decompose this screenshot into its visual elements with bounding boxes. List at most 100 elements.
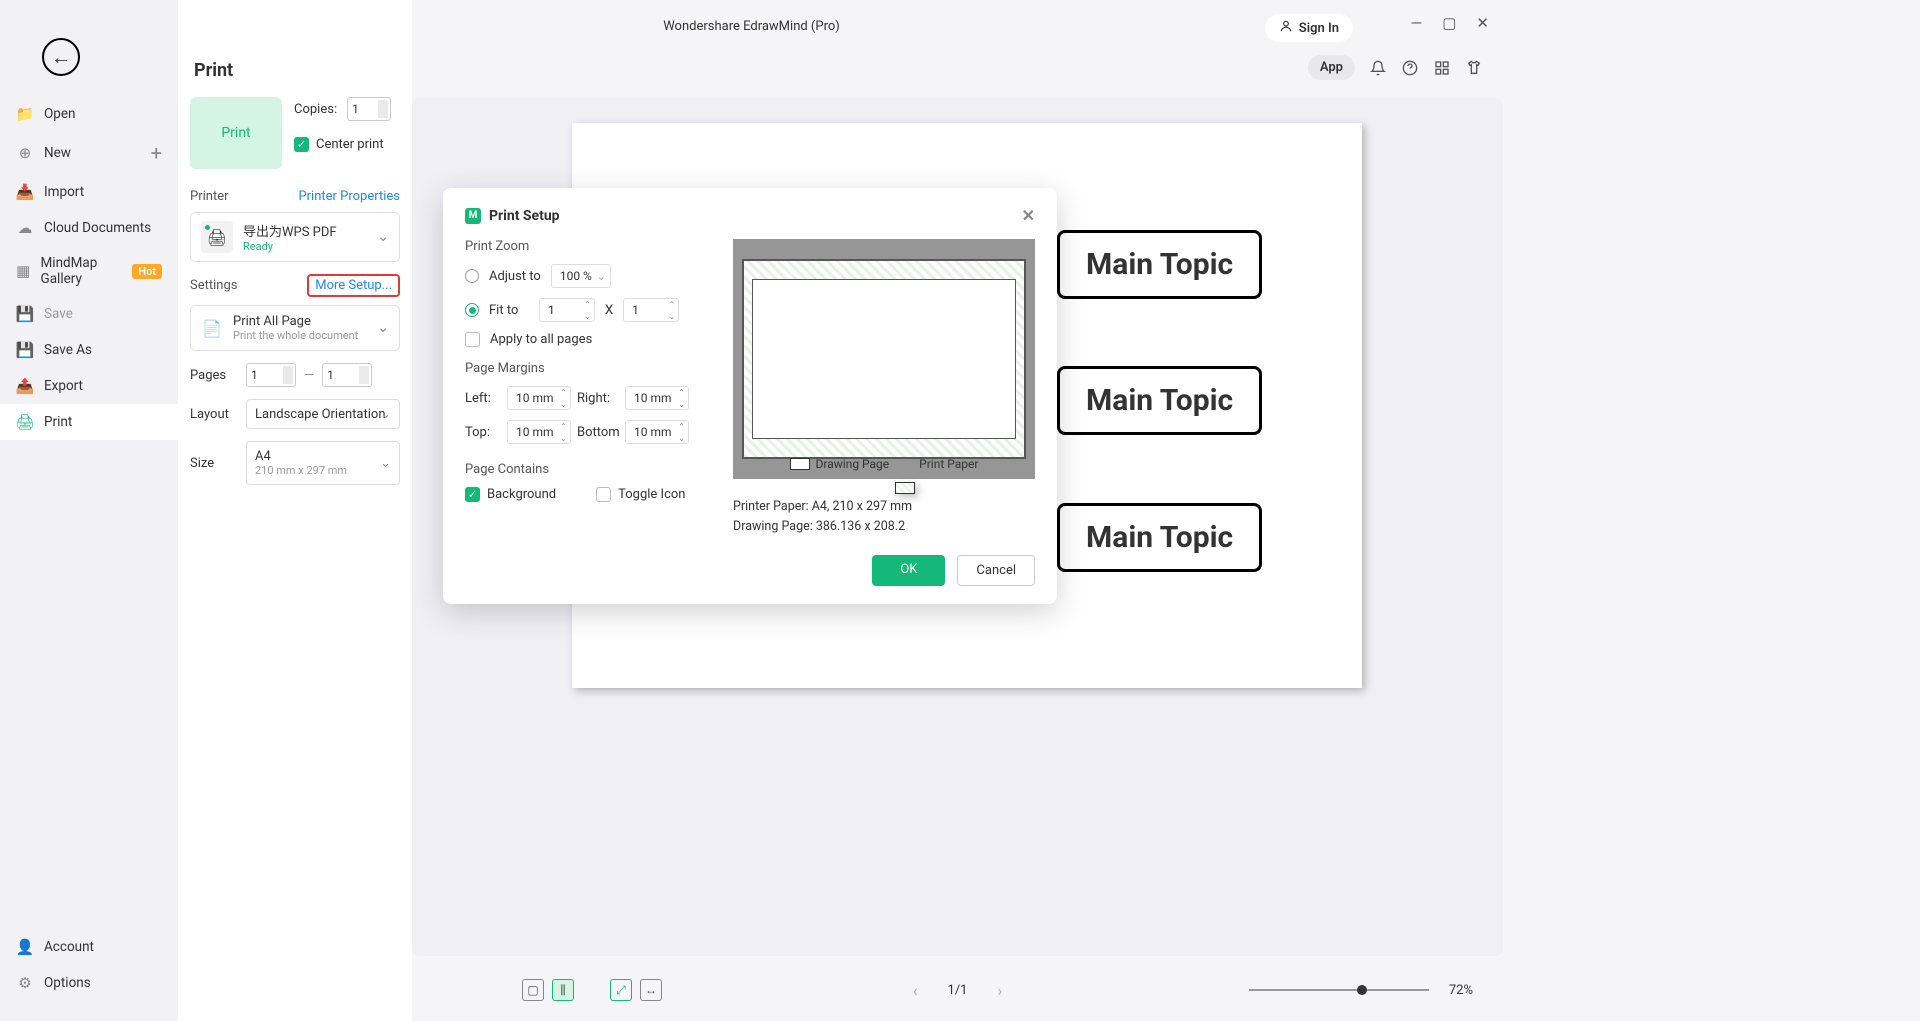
hot-badge: Hot	[132, 264, 162, 279]
maximize-button[interactable]: ▢	[1442, 14, 1456, 32]
print-panel: Print Print Copies: 1 ✓ Center print Pri…	[178, 0, 412, 1021]
apply-all-checkbox[interactable]: Apply to all pages	[465, 332, 707, 347]
mindmap-topic: Main Topic	[1057, 366, 1262, 435]
more-setup-link[interactable]: More Setup...	[307, 274, 400, 297]
apply-all-label: Apply to all pages	[490, 332, 592, 347]
help-icon[interactable]	[1401, 59, 1419, 77]
settings-section-label: Settings	[190, 278, 237, 293]
sidebar-item-open[interactable]: 📁 Open	[0, 96, 178, 132]
check-icon: ✓	[294, 137, 309, 152]
pager: ‹ 1/1 ›	[913, 981, 1003, 1000]
sidebar-item-options[interactable]: ⚙ Options	[0, 965, 178, 1001]
sidebar-item-cloud[interactable]: ☁ Cloud Documents	[0, 210, 178, 246]
next-page-button[interactable]: ›	[997, 981, 1002, 1000]
margin-top-spinner[interactable]: 10 mm	[507, 420, 571, 444]
minimize-button[interactable]: —	[1411, 14, 1423, 32]
sidebar-item-account[interactable]: 👤 Account	[0, 929, 178, 965]
size-sub: 210 mm x 297 mm	[255, 464, 347, 477]
sidebar-item-import[interactable]: 📥 Import	[0, 174, 178, 210]
sidebar-item-export[interactable]: 📤 Export	[0, 368, 178, 404]
apps-icon[interactable]	[1433, 59, 1451, 77]
pages-to-spinner[interactable]: 1	[322, 363, 372, 387]
print-range-sub: Print the whole document	[233, 329, 358, 342]
app-title: Wondershare EdrawMind (Pro)	[663, 19, 840, 34]
mindmap-topic: Main Topic	[1057, 230, 1262, 299]
print-icon: 🖨	[16, 413, 34, 431]
printer-select[interactable]: 🖨 导出为WPS PDF Ready	[190, 212, 400, 262]
sidebar-label: Print	[44, 414, 72, 430]
sidebar-item-gallery[interactable]: ▦ MindMap Gallery Hot	[0, 246, 178, 296]
close-button[interactable]: ✕	[1476, 14, 1489, 32]
print-range-select[interactable]: 📄 Print All Page Print the whole documen…	[190, 305, 400, 351]
save-icon: 💾	[16, 305, 34, 323]
sidebar-item-print[interactable]: 🖨 Print	[0, 404, 178, 440]
layout-label: Layout	[190, 407, 238, 422]
app-badge[interactable]: App	[1308, 55, 1355, 80]
sidebar-label: MindMap Gallery	[41, 255, 123, 287]
size-value: A4	[255, 449, 271, 464]
sidebar-label: Open	[44, 106, 75, 122]
pages-label: Pages	[190, 368, 238, 383]
mindmap-topic: Main Topic	[1057, 503, 1262, 572]
margin-preview: Drawing Page Print Paper	[733, 239, 1035, 479]
background-checkbox[interactable]: ✓ Background	[465, 487, 556, 502]
center-print-label: Center print	[316, 137, 384, 152]
copies-label: Copies:	[294, 102, 337, 117]
center-print-checkbox[interactable]: ✓ Center print	[294, 137, 400, 152]
zoom-slider[interactable]	[1249, 989, 1429, 991]
dialog-title: Print Setup	[489, 208, 560, 224]
panel-title: Print	[190, 60, 400, 81]
sidebar-label: Save As	[44, 342, 92, 358]
check-off-icon	[465, 332, 480, 347]
fit-width-button[interactable]: ↔	[640, 979, 662, 1001]
fit-width-spinner[interactable]: 1	[539, 298, 595, 322]
ok-button[interactable]: OK	[872, 555, 945, 586]
printer-properties-link[interactable]: Printer Properties	[298, 189, 400, 204]
print-button[interactable]: Print	[190, 97, 282, 169]
import-icon: 📥	[16, 183, 34, 201]
saveas-icon: 💾	[16, 341, 34, 359]
layout-select[interactable]: Landscape Orientation	[246, 399, 400, 429]
printer-name: 导出为WPS PDF	[243, 221, 337, 240]
toggle-icon-checkbox[interactable]: Toggle Icon	[596, 487, 685, 502]
adjust-to-radio[interactable]: Adjust to 100 %	[465, 264, 707, 288]
sidebar-item-new[interactable]: ⊕ New +	[0, 132, 178, 174]
pages-from-spinner[interactable]: 1	[246, 363, 296, 387]
account-icon: 👤	[16, 938, 34, 956]
size-select[interactable]: A4 210 mm x 297 mm	[246, 441, 400, 485]
plus-icon[interactable]: +	[151, 141, 162, 165]
margin-left-spinner[interactable]: 10 mm	[507, 386, 571, 410]
print-setup-dialog: M Print Setup ✕ Print Zoom Adjust to 100…	[443, 188, 1057, 604]
bottom-bar: ▢ ⫼ ⤢ ↔ ‹ 1/1 › 72%	[412, 969, 1503, 1011]
margin-left-label: Left:	[465, 391, 507, 406]
page-margins-label: Page Margins	[465, 361, 707, 376]
size-label: Size	[190, 456, 238, 471]
fit-page-button[interactable]: ⤢	[610, 979, 632, 1001]
margin-bottom-label: Bottom	[577, 425, 625, 440]
user-icon	[1279, 19, 1293, 37]
margin-bottom-spinner[interactable]: 10 mm	[625, 420, 689, 444]
sidebar-label: Save	[44, 306, 73, 322]
prev-page-button[interactable]: ‹	[913, 981, 918, 1000]
dialog-close-button[interactable]: ✕	[1022, 206, 1035, 225]
copies-spinner[interactable]: 1	[347, 97, 391, 121]
margin-right-spinner[interactable]: 10 mm	[625, 386, 689, 410]
check-off-icon	[596, 487, 611, 502]
fit-height-spinner[interactable]: 1	[623, 298, 679, 322]
fit-to-radio[interactable]: Fit to 1 X 1	[465, 298, 707, 322]
margin-top-label: Top:	[465, 425, 507, 440]
cancel-button[interactable]: Cancel	[957, 555, 1035, 586]
shirt-icon[interactable]	[1465, 59, 1483, 77]
page-contains-label: Page Contains	[465, 462, 707, 477]
bell-icon[interactable]	[1369, 59, 1387, 77]
view-single-button[interactable]: ▢	[522, 979, 544, 1001]
signin-label: Sign In	[1299, 21, 1339, 36]
sidebar-item-saveas[interactable]: 💾 Save As	[0, 332, 178, 368]
view-multi-button[interactable]: ⫼	[552, 979, 574, 1001]
sidebar-label: Export	[44, 378, 83, 394]
back-button[interactable]: ←	[42, 38, 80, 76]
signin-button[interactable]: Sign In	[1265, 14, 1353, 42]
adjust-percent-select[interactable]: 100 %	[551, 264, 611, 288]
sidebar-item-save[interactable]: 💾 Save	[0, 296, 178, 332]
zoom-value: 72%	[1449, 983, 1473, 998]
